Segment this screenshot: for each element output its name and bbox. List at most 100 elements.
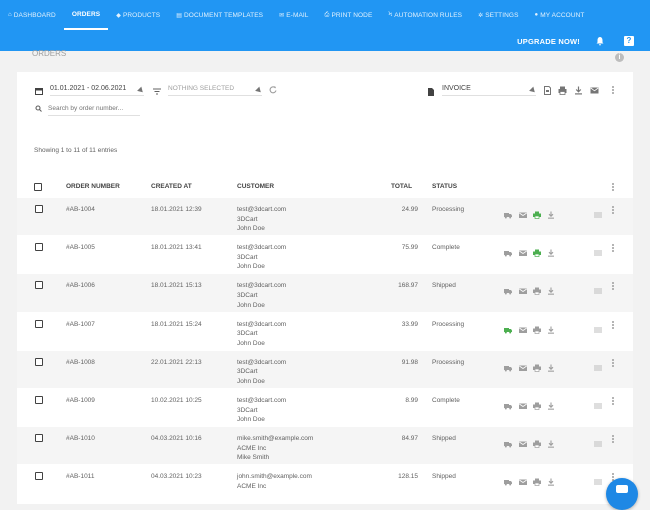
download-icon[interactable]: [547, 473, 555, 487]
list-icon[interactable]: [594, 359, 602, 371]
document-type-select[interactable]: INVOICE: [442, 85, 536, 96]
table-row[interactable]: #AB-1006 18.01.2021 15:13 test@3dcart.com 3…: [17, 274, 633, 313]
mail-icon[interactable]: [519, 359, 527, 371]
download-icon[interactable]: [547, 397, 555, 410]
status-select[interactable]: NOTHING SELECTED: [168, 85, 262, 96]
table-row[interactable]: #AB-1004 18.01.2021 12:39 test@3dcart.com 3…: [17, 198, 633, 237]
row-more-vert-icon[interactable]: [612, 244, 615, 254]
refresh-icon[interactable]: [269, 86, 277, 94]
select-all-checkbox[interactable]: [34, 183, 42, 191]
search-input[interactable]: [48, 105, 140, 117]
help-icon[interactable]: ?: [624, 36, 634, 46]
header-total[interactable]: TOTAL: [391, 183, 412, 190]
mail-icon[interactable]: [519, 397, 527, 409]
row-checkbox[interactable]: [35, 357, 43, 366]
order-number[interactable]: #AB-1011: [66, 472, 94, 482]
print-icon[interactable]: [533, 435, 541, 448]
print-icon[interactable]: [533, 206, 541, 219]
mail-icon[interactable]: [519, 435, 527, 448]
mail-icon[interactable]: [590, 86, 599, 95]
mail-icon[interactable]: [519, 321, 527, 333]
list-icon[interactable]: [594, 282, 602, 294]
nav-item-orders[interactable]: ORDERS: [63, 0, 109, 30]
row-more-vert-icon[interactable]: [612, 282, 615, 292]
nav-item-settings[interactable]: ✲ SETTINGS: [470, 0, 526, 30]
chat-fab-button[interactable]: [606, 478, 638, 510]
header-customer[interactable]: CUSTOMER: [237, 183, 274, 190]
truck-icon[interactable]: [504, 435, 512, 448]
row-checkbox[interactable]: [35, 281, 43, 290]
row-more-vert-icon[interactable]: [612, 358, 615, 369]
list-icon[interactable]: [594, 321, 602, 333]
more-vert-icon[interactable]: [612, 86, 615, 96]
table-row[interactable]: #AB-1005 18.01.2021 13:41 test@3dcart.com 3…: [17, 236, 633, 275]
table-row[interactable]: #AB-1011 04.03.2021 10:23 john.smith@examp…: [17, 465, 633, 504]
print-icon[interactable]: [533, 282, 541, 296]
truck-icon[interactable]: [504, 359, 512, 372]
download-icon[interactable]: [547, 435, 555, 448]
pdf-icon[interactable]: [543, 86, 552, 95]
print-icon[interactable]: [533, 397, 541, 410]
truck-icon[interactable]: [504, 397, 512, 410]
truck-icon[interactable]: [504, 282, 512, 295]
truck-icon[interactable]: [504, 244, 512, 257]
truck-icon[interactable]: [504, 206, 512, 219]
order-number[interactable]: #AB-1004: [66, 205, 95, 215]
print-icon[interactable]: [558, 86, 567, 95]
nav-item-automation-rules[interactable]: ϟ AUTOMATION RULES: [380, 0, 470, 30]
row-more-vert-icon[interactable]: [612, 396, 615, 407]
mail-icon[interactable]: [519, 473, 527, 486]
header-order-number[interactable]: ORDER NUMBER: [66, 183, 120, 190]
list-icon[interactable]: [594, 435, 602, 447]
row-checkbox[interactable]: [35, 395, 43, 404]
list-icon[interactable]: [594, 206, 602, 218]
row-more-vert-icon[interactable]: [612, 320, 615, 331]
order-number[interactable]: #AB-1010: [66, 434, 95, 444]
download-icon[interactable]: [547, 321, 555, 334]
mail-icon[interactable]: [519, 282, 527, 295]
table-row[interactable]: #AB-1008 22.01.2021 22:13 test@3dcart.com 3…: [17, 350, 633, 389]
table-row[interactable]: #AB-1010 04.03.2021 10:16 mike.smith@examp…: [17, 427, 633, 466]
header-more-vert-icon[interactable]: [612, 183, 615, 193]
nav-item-products[interactable]: ◆ PRODUCTS: [108, 0, 168, 30]
bell-icon[interactable]: [595, 36, 605, 46]
nav-item-document-templates[interactable]: ▤ DOCUMENT TEMPLATES: [168, 0, 271, 30]
order-number[interactable]: #AB-1007: [66, 320, 95, 330]
download-icon[interactable]: [547, 282, 555, 296]
nav-item-my-account[interactable]: ● MY ACCOUNT: [527, 0, 593, 30]
download-icon[interactable]: [574, 86, 583, 95]
download-icon[interactable]: [547, 359, 555, 372]
row-checkbox[interactable]: [35, 434, 43, 443]
row-checkbox[interactable]: [35, 205, 43, 213]
nav-item-print-node[interactable]: ⎙ PRINT NODE: [317, 0, 381, 30]
table-row[interactable]: #AB-1009 10.02.2021 10:25 test@3dcart.com 3…: [17, 388, 633, 428]
nav-item-e-mail[interactable]: ✉ E-MAIL: [271, 0, 316, 30]
print-icon[interactable]: [533, 473, 541, 487]
order-number[interactable]: #AB-1005: [66, 243, 95, 253]
order-number[interactable]: #AB-1009: [66, 396, 95, 406]
row-checkbox[interactable]: [35, 472, 43, 481]
download-icon[interactable]: [547, 206, 555, 219]
mail-icon[interactable]: [519, 206, 527, 218]
truck-icon[interactable]: [504, 473, 512, 486]
print-icon[interactable]: [533, 321, 541, 334]
date-range-field[interactable]: 01.01.2021 - 02.06.2021: [50, 85, 144, 96]
order-number[interactable]: #AB-1008: [66, 358, 95, 368]
order-number[interactable]: #AB-1006: [66, 281, 95, 291]
header-status[interactable]: STATUS: [432, 183, 457, 190]
mail-icon[interactable]: [519, 244, 527, 257]
list-icon[interactable]: [594, 473, 602, 485]
print-icon[interactable]: [533, 359, 541, 372]
list-icon[interactable]: [594, 397, 602, 409]
row-more-vert-icon[interactable]: [612, 206, 615, 216]
table-row[interactable]: #AB-1007 18.01.2021 15:24 test@3dcart.com 3…: [17, 312, 633, 351]
nav-item-dashboard[interactable]: ⌂ DASHBOARD: [0, 0, 64, 30]
info-icon[interactable]: i: [615, 53, 624, 62]
list-icon[interactable]: [594, 244, 602, 256]
download-icon[interactable]: [547, 244, 555, 257]
row-checkbox[interactable]: [35, 243, 43, 252]
print-icon[interactable]: [533, 244, 541, 258]
truck-icon[interactable]: [504, 321, 512, 334]
row-more-vert-icon[interactable]: [612, 435, 615, 445]
upgrade-button[interactable]: UPGRADE NOW!: [517, 37, 580, 46]
